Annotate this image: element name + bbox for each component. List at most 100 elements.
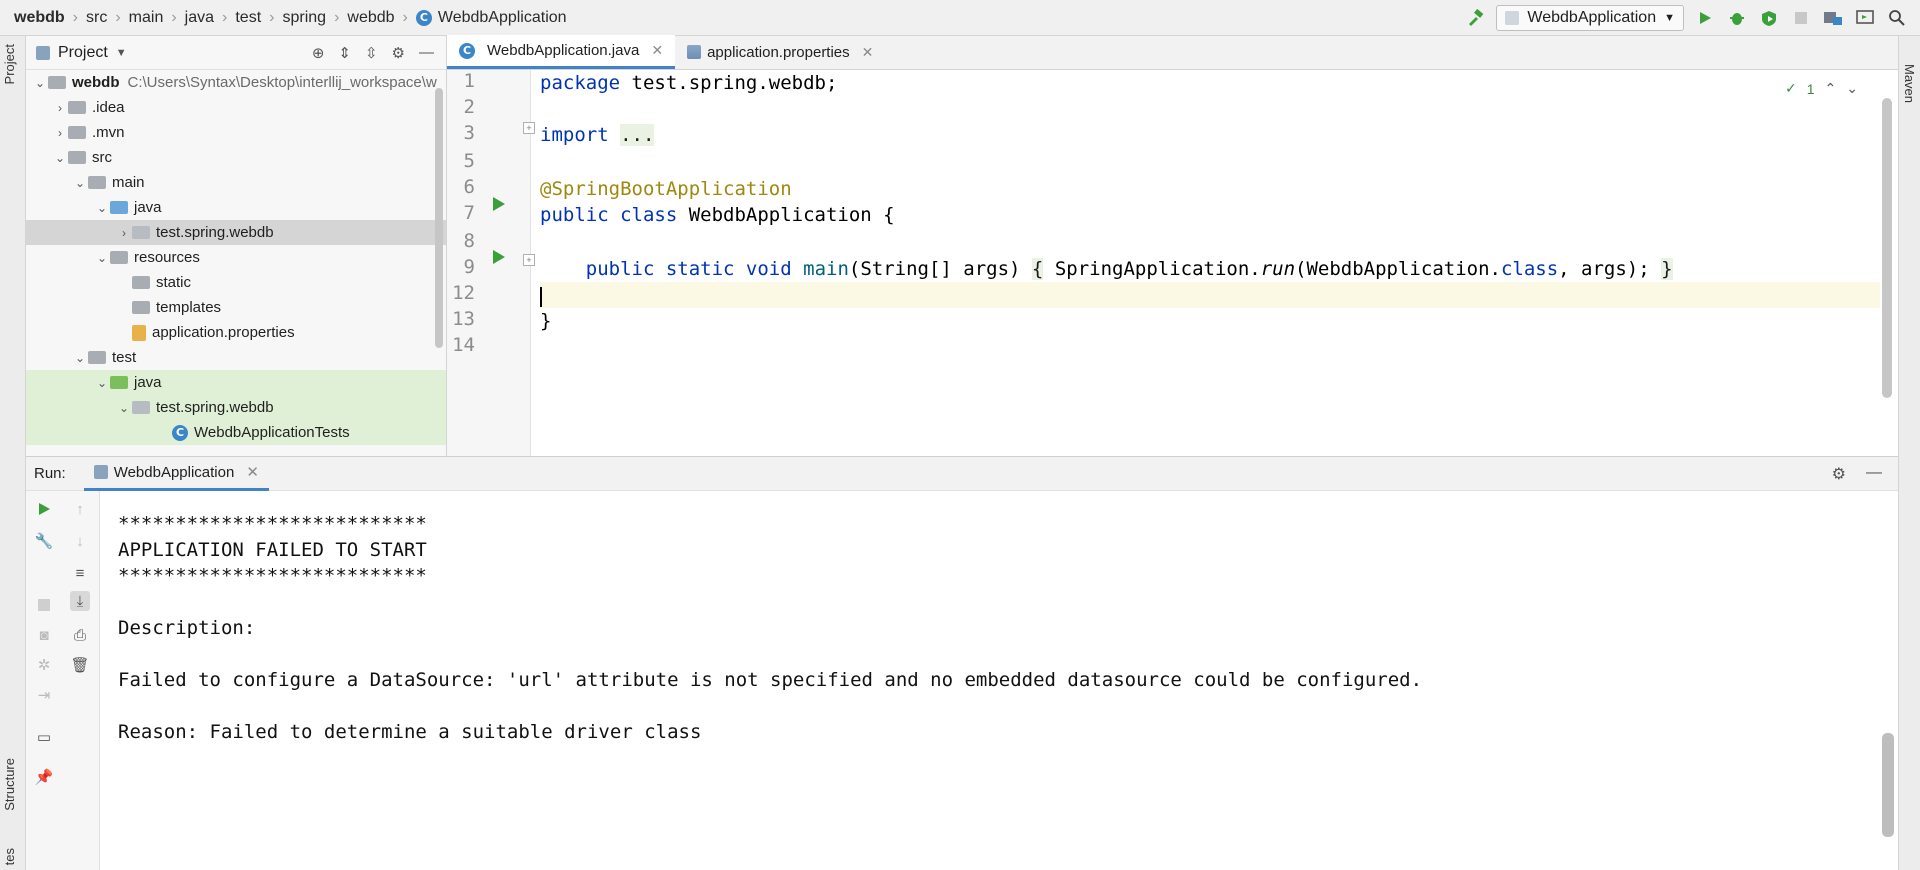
presentation-icon[interactable] xyxy=(1854,7,1876,29)
hammer-icon[interactable] xyxy=(1464,7,1486,29)
run-configuration-select[interactable]: WebdbApplication ▼ xyxy=(1496,5,1684,31)
search-icon[interactable] xyxy=(1886,7,1908,29)
folded-brace[interactable]: { xyxy=(1031,258,1044,280)
breadcrumb-test[interactable]: test xyxy=(235,9,261,27)
editor-scrollbar[interactable] xyxy=(1882,98,1892,398)
tree-item-main-package[interactable]: › test.spring.webdb xyxy=(26,220,446,245)
hide-icon[interactable]: — xyxy=(419,44,434,62)
close-icon[interactable]: ✕ xyxy=(246,463,259,481)
project-tool-tab[interactable]: Project xyxy=(2,44,17,84)
tree-item-test-package[interactable]: ⌄ test.spring.webdb xyxy=(26,395,446,420)
chevron-down-icon[interactable]: ⌄ xyxy=(94,376,110,390)
maven-tool-tab[interactable]: Maven xyxy=(1902,64,1917,103)
structure-tool-tab[interactable]: Structure xyxy=(2,758,17,811)
inspection-widget[interactable]: ✓ 1 ⌃ ⌄ xyxy=(1785,80,1858,97)
pin-icon[interactable]: 📌 xyxy=(34,767,54,787)
tree-item-static[interactable]: static xyxy=(26,270,446,295)
chevron-down-icon[interactable]: ⌄ xyxy=(94,251,110,265)
tree-item-webdbapplicationtests[interactable]: C WebdbApplicationTests xyxy=(26,420,446,445)
coverage-icon[interactable] xyxy=(1758,7,1780,29)
tab-application-properties[interactable]: application.properties ✕ xyxy=(675,35,885,69)
code-text: , args); xyxy=(1558,258,1662,280)
tree-item-mvn[interactable]: › .mvn xyxy=(26,120,446,145)
run-icon[interactable] xyxy=(1694,7,1716,29)
breadcrumb-webdbapplication[interactable]: C WebdbApplication xyxy=(415,9,567,27)
breadcrumb-src[interactable]: src xyxy=(86,9,107,27)
tree-item-test[interactable]: ⌄ test xyxy=(26,345,446,370)
tree-item-label: java xyxy=(134,374,162,391)
chevron-down-icon[interactable]: ⌄ xyxy=(116,401,132,415)
breadcrumb-webdb-package[interactable]: webdb xyxy=(347,9,394,27)
console-output[interactable]: *************************** APPLICATION … xyxy=(118,491,1818,870)
debug-icon[interactable] xyxy=(1726,7,1748,29)
camera-icon[interactable]: ◙ xyxy=(34,625,54,645)
soft-wrap-icon[interactable]: ≡ xyxy=(70,563,90,583)
breadcrumb-webdb[interactable]: webdb xyxy=(14,9,65,27)
chevron-down-icon[interactable]: ⌄ xyxy=(32,76,48,90)
tree-item-application-properties[interactable]: application.properties xyxy=(26,320,446,345)
chevron-down-icon[interactable]: ⌄ xyxy=(94,201,110,215)
tree-item-templates[interactable]: templates xyxy=(26,295,446,320)
hide-icon[interactable]: — xyxy=(1866,464,1882,484)
scroll-to-end-icon[interactable]: ⤓ xyxy=(70,591,90,611)
breadcrumb-label: test xyxy=(235,8,262,26)
wrench-icon[interactable]: 🔧 xyxy=(34,531,54,551)
chevron-up-icon[interactable]: ⌃ xyxy=(1825,80,1837,97)
chevron-right-icon[interactable]: › xyxy=(116,226,132,240)
expand-all-icon[interactable]: ⇕ xyxy=(338,44,351,62)
project-structure-icon[interactable] xyxy=(1822,7,1844,29)
bottom-tool-tab[interactable]: tes xyxy=(2,848,17,865)
exit-icon[interactable]: ⇥ xyxy=(34,685,54,705)
console-scrollbar[interactable] xyxy=(1882,733,1894,837)
tab-webdbapplication-java[interactable]: C WebdbApplication.java ✕ xyxy=(447,35,676,69)
run-gutter-icon[interactable] xyxy=(493,197,505,211)
annotation: @SpringBootApplication xyxy=(540,178,792,200)
chevron-down-icon[interactable]: ⌄ xyxy=(72,176,88,190)
tree-item-idea[interactable]: › .idea xyxy=(26,95,446,120)
fold-icon[interactable]: + xyxy=(523,254,535,266)
chevron-down-icon[interactable]: ⌄ xyxy=(1846,80,1858,97)
console-line: *************************** xyxy=(118,565,427,587)
breadcrumb-java[interactable]: java xyxy=(185,9,214,27)
collapse-all-icon[interactable]: ⇳ xyxy=(365,44,378,62)
breadcrumb-spring[interactable]: spring xyxy=(282,9,326,27)
fold-icon[interactable]: + xyxy=(523,122,535,134)
layout-icon[interactable]: ▭ xyxy=(34,727,54,747)
code-editor: C WebdbApplication.java ✕ application.pr… xyxy=(447,35,1898,456)
debug-disabled-icon[interactable]: ✲ xyxy=(34,655,54,675)
tree-item-main-java[interactable]: ⌄ java xyxy=(26,195,446,220)
stop-icon[interactable] xyxy=(1790,7,1812,29)
tree-item-resources[interactable]: ⌄ resources xyxy=(26,245,446,270)
tree-item-src[interactable]: ⌄ src xyxy=(26,145,446,170)
tree-item-main[interactable]: ⌄ main xyxy=(26,170,446,195)
folded-imports[interactable]: ... xyxy=(620,124,655,146)
rerun-icon[interactable] xyxy=(34,499,54,519)
code-area[interactable]: package test.spring.webdb; import ... @S… xyxy=(540,70,1880,456)
print-icon[interactable]: ⎙ xyxy=(70,625,90,645)
arrow-up-icon[interactable]: ↑ xyxy=(70,499,90,519)
run-gutter-icon[interactable] xyxy=(493,250,505,264)
folded-brace[interactable]: } xyxy=(1661,258,1673,280)
close-icon[interactable]: ✕ xyxy=(862,44,874,61)
trash-icon[interactable]: 🗑 xyxy=(70,655,90,675)
chevron-down-icon[interactable]: ▼ xyxy=(116,47,127,59)
gear-icon[interactable]: ⚙ xyxy=(1832,464,1846,484)
breadcrumb-main[interactable]: main xyxy=(129,9,164,27)
run-tab-webdbapplication[interactable]: WebdbApplication ✕ xyxy=(83,457,269,491)
tree-scrollbar[interactable] xyxy=(435,88,443,348)
close-icon[interactable]: ✕ xyxy=(651,42,663,59)
tree-item-test-java[interactable]: ⌄ java xyxy=(26,370,446,395)
locate-icon[interactable]: ⊕ xyxy=(312,44,325,62)
stop-icon[interactable] xyxy=(34,595,54,615)
tree-item-label: test.spring.webdb xyxy=(156,399,274,416)
tree-item-webdb[interactable]: ⌄ webdb C:\Users\Syntax\Desktop\interlli… xyxy=(26,70,446,95)
chevron-down-icon[interactable]: ⌄ xyxy=(72,351,88,365)
chevron-right-icon[interactable]: › xyxy=(52,101,68,115)
chevron-down-icon[interactable]: ⌄ xyxy=(52,151,68,165)
project-panel-title[interactable]: Project xyxy=(58,44,108,62)
gear-icon[interactable]: ⚙ xyxy=(392,44,405,62)
folder-icon xyxy=(68,151,86,164)
chevron-right-icon[interactable]: › xyxy=(52,126,68,140)
line-number: 8 xyxy=(463,230,475,252)
arrow-down-icon[interactable]: ↓ xyxy=(70,531,90,551)
